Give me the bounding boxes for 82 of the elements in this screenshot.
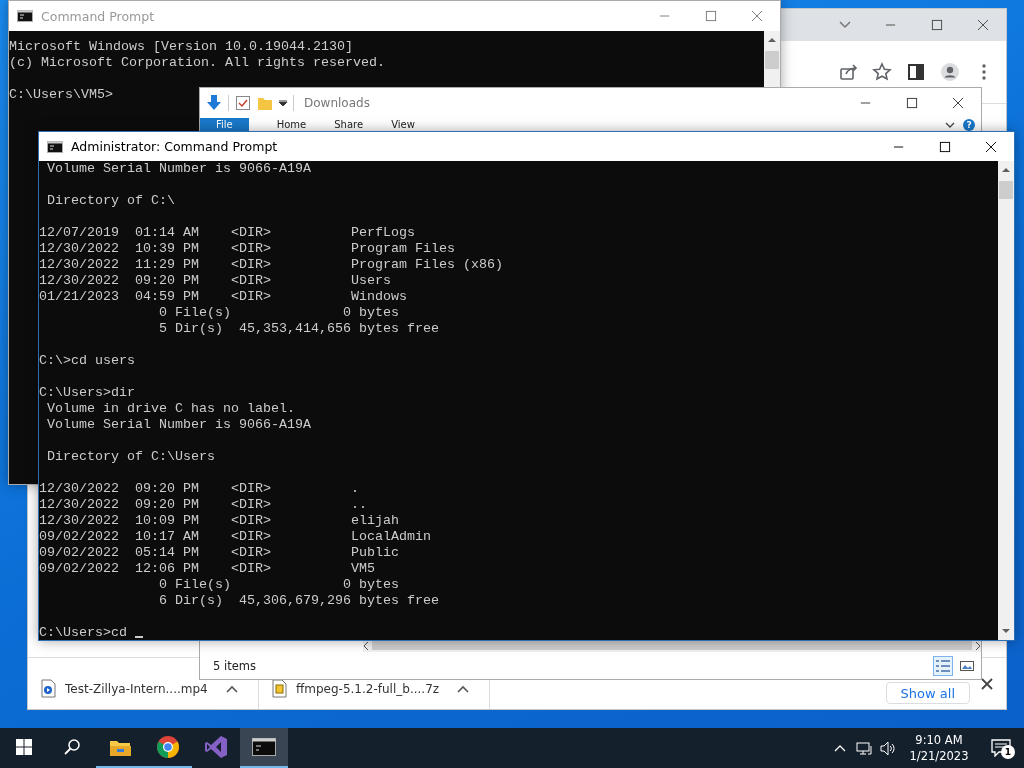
console-line: 12/30/2022 11:29 PM <DIR> Program Files (x86) [39,257,503,273]
console-line: 12/30/2022 09:20 PM <DIR> . [39,481,359,497]
window-title: Downloads [304,96,370,110]
scroll-thumb[interactable] [999,181,1013,199]
console-line: 0 File(s) 0 bytes [157,577,399,593]
console-line: C:\Users>dir [39,385,135,401]
console-line: Volume in drive C has no label. [46,401,295,417]
clock[interactable]: 9:10 AM 1/21/2023 [900,732,978,764]
terminal-icon [252,738,276,756]
download-file-name[interactable]: ffmpeg-5.1.2-full_b....7z [296,681,449,696]
close-icon [751,10,763,22]
ribbon-tab[interactable]: Share [320,118,378,131]
network-icon [855,740,873,756]
terminal-icon [47,140,63,153]
help-button[interactable]: ? [963,118,975,131]
console-line: 09/02/2022 10:17 AM <DIR> LocalAdmin [39,529,431,545]
notification-badge: 1 [1001,745,1015,759]
message-icon [991,739,1011,757]
scrollbar[interactable] [998,161,1014,640]
console-line: 12/30/2022 10:39 PM <DIR> Program Files [39,241,455,257]
down-arrow-icon [206,94,222,112]
scroll-thumb[interactable] [765,51,779,69]
up-arrow-icon[interactable] [768,37,776,42]
console-line: (c) Microsoft Corporation. All rights reserved. [9,55,385,71]
file-menu-button[interactable]: File [200,118,249,131]
maximize-icon [939,140,951,153]
status-text: 5 items [213,658,256,673]
video-file-icon [40,679,57,698]
console-line: 12/30/2022 09:20 PM <DIR> .. [39,497,367,513]
show-all-button[interactable]: Show all [885,682,970,704]
down-arrow-icon[interactable] [1002,629,1010,634]
menu-icon [982,64,986,80]
chevron-icon [839,21,851,29]
checklist-icon[interactable] [235,95,251,111]
close-icon [977,19,989,31]
download-file-name[interactable]: Test-Zillya-Intern....mp4 [65,681,218,696]
caret-icon[interactable] [457,684,469,693]
windows-logo-icon [16,739,32,755]
console-line: Directory of C:\Users [46,449,215,465]
terminal-icon [17,10,33,22]
console-line: C:\Users>cd [39,625,127,640]
close-icon [981,677,993,690]
close-icon [952,97,964,109]
star-icon [872,62,892,82]
console-line: 12/30/2022 10:09 PM <DIR> elijah [39,513,399,529]
close-icon [985,140,997,153]
window-title: Administrator: Command Prompt [71,139,278,154]
details-view-button[interactable] [933,655,953,676]
caret-icon[interactable] [226,684,238,693]
share-icon [838,62,858,82]
console-line: 01/21/2023 04:59 PM <DIR> Windows [39,289,407,305]
console-line: 5 Dir(s) 45,353,414,656 bytes free [157,321,439,337]
chrome-logo-icon [156,735,180,759]
console-line: C:\Users\VM5> [9,87,113,103]
profile-icon [940,62,960,82]
chevron-icon[interactable] [945,121,955,128]
caret-icon[interactable] [279,100,287,106]
console-line: 0 File(s) 0 bytes [157,305,399,321]
console-line: 12/07/2019 01:14 AM <DIR> PerfLogs [39,225,415,241]
search-icon [64,739,80,755]
console-line: C:\>cd users [39,353,135,369]
ribbon-tab[interactable]: Home [262,118,321,131]
studio-logo-icon [204,735,228,759]
sidebar-icon [906,62,926,82]
volume-icon [880,740,896,756]
console-line: 09/02/2022 12:06 PM <DIR> VM5 [39,561,375,577]
console-line: 12/30/2022 09:20 PM <DIR> Users [39,273,391,289]
console-line: 6 Dir(s) 45,306,679,296 bytes free [157,593,439,609]
maximize-icon [931,19,943,31]
console-line: Microsoft Windows [Version 10.0.19044.2130] [9,39,353,55]
window-title: Command Prompt [41,8,155,24]
up-arrow-icon[interactable] [1002,167,1010,172]
list-icon [935,657,951,674]
notifications-button[interactable]: 1 [978,728,1024,768]
ribbon-tab[interactable]: View [377,118,429,131]
taskbar-button[interactable] [240,728,288,768]
console-line: Volume Serial Number is 9066-A19A [46,417,311,433]
console-line: 09/02/2022 05:14 PM <DIR> Public [39,545,399,561]
console-line: Volume Serial Number is 9066-A19A [46,161,311,177]
maximize-icon [906,97,918,109]
console-line: Directory of C:\ [46,193,175,209]
maximize-icon [705,10,717,22]
